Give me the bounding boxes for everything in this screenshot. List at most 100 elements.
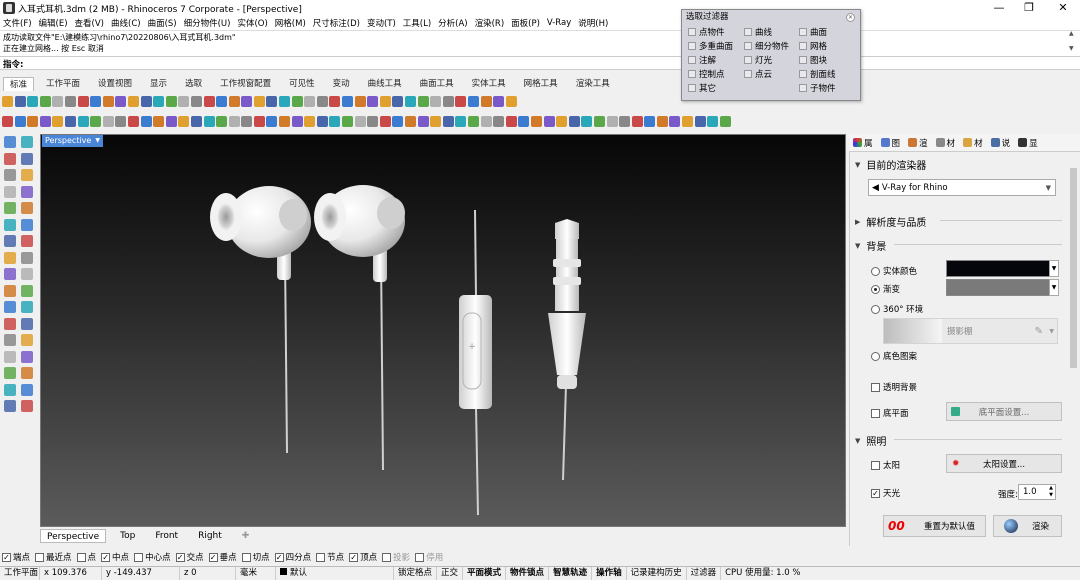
- toolbar-tool-icon[interactable]: [354, 115, 366, 127]
- filter-light[interactable]: 灯光: [744, 54, 772, 66]
- osnap-option[interactable]: 中心点: [134, 551, 171, 563]
- filter-annotation[interactable]: 注解: [688, 54, 716, 66]
- toolbar-tool-icon[interactable]: [228, 115, 240, 127]
- checkbox-icon[interactable]: [382, 552, 392, 562]
- tab-solid-tools[interactable]: 实体工具: [466, 77, 512, 91]
- radio-icon[interactable]: [871, 351, 880, 361]
- maximize-button[interactable]: ❐: [1012, 0, 1046, 16]
- checkbox-icon[interactable]: [134, 552, 144, 562]
- toolbar-tool-icon[interactable]: [102, 115, 114, 127]
- smarttrack-toggle[interactable]: 智慧轨迹: [549, 566, 593, 580]
- toolbar-tool-icon[interactable]: [178, 115, 190, 127]
- toolbar-tool-icon[interactable]: [405, 95, 416, 107]
- toolbar-tool-icon[interactable]: [493, 95, 505, 107]
- radio-icon[interactable]: [871, 266, 880, 276]
- toolbar-tool-icon[interactable]: [707, 115, 719, 127]
- filter-curve[interactable]: 曲线: [744, 26, 772, 38]
- osnap-option[interactable]: 切点: [241, 551, 270, 563]
- toolbar-tool-icon[interactable]: [644, 115, 656, 127]
- chevron-down-icon[interactable]: ▼: [1049, 260, 1059, 277]
- left-tool-icon[interactable]: [4, 367, 16, 379]
- filter-other[interactable]: 其它: [688, 82, 716, 94]
- lock-grid-toggle[interactable]: 锁定格点: [394, 566, 438, 580]
- toolbar-tool-icon[interactable]: [216, 95, 228, 107]
- left-tool-icon[interactable]: [21, 301, 33, 313]
- toolbar-tool-icon[interactable]: [90, 95, 102, 107]
- toolbar-tool-icon[interactable]: [467, 115, 479, 127]
- tab-right[interactable]: Right: [192, 529, 228, 543]
- toolbar-tool-icon[interactable]: [430, 95, 442, 107]
- intensity-input[interactable]: 1.0 ▲ ▼: [1018, 484, 1056, 500]
- filter-polysurface[interactable]: 多重曲面: [688, 40, 733, 52]
- left-tool-icon[interactable]: [21, 268, 33, 280]
- scroll-down-icon[interactable]: ▼: [1069, 45, 1078, 52]
- left-tool-icon[interactable]: [4, 268, 16, 280]
- panel-scrollbar[interactable]: [1069, 154, 1078, 544]
- toolbar-tool-icon[interactable]: [543, 115, 555, 127]
- checkbox-icon[interactable]: [871, 408, 880, 418]
- filter-mesh[interactable]: 网格: [799, 40, 827, 52]
- toolbar-tool-icon[interactable]: [656, 115, 668, 127]
- toolbar-tool-icon[interactable]: [669, 115, 681, 127]
- left-tool-icon[interactable]: [21, 169, 33, 181]
- left-tool-icon[interactable]: [21, 218, 33, 231]
- toolbar-tool-icon[interactable]: [52, 95, 64, 107]
- toolbar-tool-icon[interactable]: [27, 115, 39, 127]
- toolbar-tool-icon[interactable]: [241, 115, 253, 127]
- cplane-indicator[interactable]: 工作平面: [0, 566, 40, 580]
- checkbox-icon[interactable]: [316, 552, 326, 562]
- reset-defaults-button[interactable]: 00 重置为默认值: [883, 515, 986, 537]
- tab-cplanes[interactable]: 工作平面: [40, 77, 86, 91]
- toolbar-tool-icon[interactable]: [379, 115, 391, 127]
- toolbar-tool-icon[interactable]: [455, 95, 467, 107]
- osnap-option[interactable]: ✓ 端点: [2, 551, 30, 563]
- osnap-toggle[interactable]: 物件锁点: [506, 566, 550, 580]
- close-button[interactable]: ✕: [1046, 0, 1080, 16]
- filter-hatch[interactable]: 剖面线: [799, 68, 836, 80]
- left-tool-icon[interactable]: [21, 350, 33, 363]
- bg-solid-radio[interactable]: 实体颜色: [871, 265, 917, 277]
- minimize-button[interactable]: —: [982, 0, 1016, 16]
- menu-help[interactable]: 说明(H): [578, 17, 608, 29]
- left-tool-icon[interactable]: [4, 334, 16, 346]
- section-resolution[interactable]: ▶ 解析度与品质: [855, 214, 926, 230]
- filter-control-point[interactable]: 控制点: [688, 68, 725, 80]
- toolbar-tool-icon[interactable]: [64, 115, 76, 127]
- osnap-option[interactable]: ✓ 中点: [101, 551, 129, 563]
- toolbar-tool-icon[interactable]: [430, 115, 442, 127]
- toolbar-tool-icon[interactable]: [190, 95, 202, 107]
- tab-front[interactable]: Front: [149, 529, 184, 543]
- toolbar-tool-icon[interactable]: [39, 115, 51, 127]
- toolbar-tool-icon[interactable]: [493, 115, 505, 127]
- toolbar-tool-icon[interactable]: [90, 115, 102, 127]
- tab-help[interactable]: 说: [989, 137, 1013, 149]
- left-tool-icon[interactable]: [4, 251, 16, 264]
- toolbar-tool-icon[interactable]: [518, 115, 530, 127]
- tab-materials-2[interactable]: 材: [961, 137, 985, 149]
- checkbox-icon[interactable]: [799, 42, 807, 50]
- toolbar-tool-icon[interactable]: [64, 95, 76, 107]
- chevron-down-icon[interactable]: ▼: [95, 135, 100, 147]
- checkbox-icon[interactable]: [688, 70, 696, 78]
- menu-edit[interactable]: 编辑(E): [39, 17, 68, 29]
- section-current-renderer[interactable]: ▼ 目前的渲染器: [855, 157, 926, 173]
- tab-properties[interactable]: 属: [851, 137, 875, 149]
- left-tool-icon[interactable]: [4, 301, 16, 313]
- left-tool-icon[interactable]: [4, 383, 16, 396]
- left-tool-icon[interactable]: [4, 317, 16, 330]
- toolbar-tool-icon[interactable]: [581, 115, 593, 127]
- toolbar-tool-icon[interactable]: [392, 95, 404, 107]
- checkbox-icon[interactable]: [799, 28, 807, 36]
- toolbar-tool-icon[interactable]: [77, 115, 89, 127]
- toolbar-tool-icon[interactable]: [405, 115, 416, 127]
- left-tool-icon[interactable]: [21, 136, 33, 148]
- toolbar-tool-icon[interactable]: [291, 95, 303, 107]
- tab-rendering[interactable]: 渲: [906, 137, 930, 149]
- edit-pencil-icon[interactable]: ✎: [1035, 326, 1043, 337]
- toolbar-tool-icon[interactable]: [266, 115, 278, 127]
- tab-standard[interactable]: 标准: [3, 77, 35, 91]
- toolbar-tool-icon[interactable]: [342, 115, 354, 127]
- history-scroll[interactable]: ▲ ▼: [1069, 30, 1078, 70]
- menu-file[interactable]: 文件(F): [3, 17, 32, 29]
- toolbar-tool-icon[interactable]: [556, 115, 568, 127]
